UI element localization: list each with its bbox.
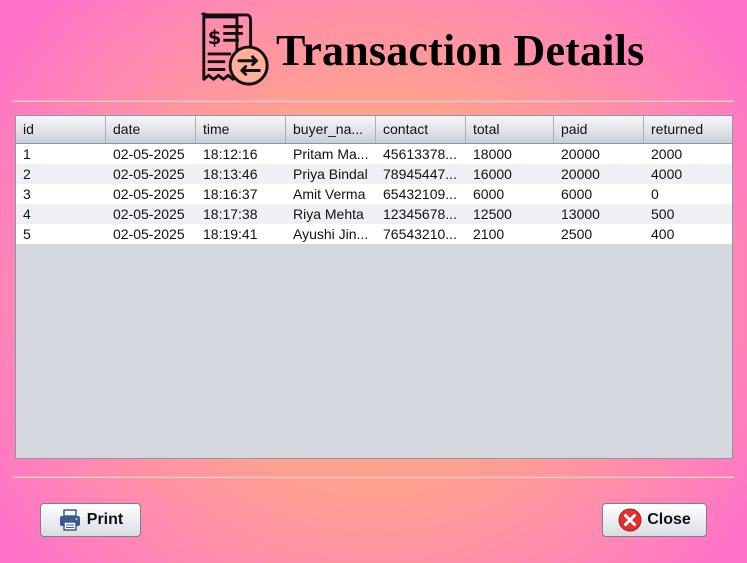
cell-date: 02-05-2025 bbox=[113, 206, 185, 222]
close-button[interactable]: Close bbox=[602, 503, 707, 537]
column-header-returned[interactable]: returned bbox=[644, 116, 732, 143]
column-header-buyer-name[interactable]: buyer_na... bbox=[286, 116, 376, 143]
cell-id: 4 bbox=[23, 206, 31, 222]
bottom-separator bbox=[12, 476, 734, 478]
cell-total: 18000 bbox=[473, 146, 512, 162]
cell-buyer-name: Pritam Ma... bbox=[293, 146, 369, 162]
cell-buyer-name: Ayushi Jin... bbox=[293, 226, 369, 242]
close-circle-icon bbox=[618, 508, 642, 532]
cell-id: 2 bbox=[23, 166, 31, 182]
table-header: id date time buyer_na... contact total p… bbox=[16, 116, 732, 144]
header: $ Transaction Details bbox=[196, 10, 644, 90]
cell-time: 18:19:41 bbox=[203, 226, 258, 242]
cell-returned: 0 bbox=[651, 186, 659, 202]
printer-icon bbox=[59, 509, 80, 531]
cell-time: 18:13:46 bbox=[203, 166, 258, 182]
cell-paid: 13000 bbox=[561, 206, 600, 222]
top-separator bbox=[12, 100, 734, 102]
cell-contact: 12345678... bbox=[383, 206, 457, 222]
transactions-table[interactable]: id date time buyer_na... contact total p… bbox=[15, 115, 733, 459]
cell-id: 1 bbox=[23, 146, 31, 162]
cell-returned: 2000 bbox=[651, 146, 683, 162]
cell-returned: 400 bbox=[651, 226, 675, 242]
table-row[interactable]: 3 02-05-2025 18:16:37 Amit Verma 6543210… bbox=[16, 184, 732, 204]
cell-id: 5 bbox=[23, 226, 31, 242]
print-button[interactable]: Print bbox=[40, 503, 141, 537]
cell-total: 6000 bbox=[473, 186, 505, 202]
cell-paid: 20000 bbox=[561, 166, 600, 182]
cell-contact: 78945447... bbox=[383, 166, 457, 182]
table-row[interactable]: 5 02-05-2025 18:19:41 Ayushi Jin... 7654… bbox=[16, 224, 732, 244]
cell-buyer-name: Riya Mehta bbox=[293, 206, 364, 222]
svg-text:$: $ bbox=[208, 26, 222, 49]
cell-total: 16000 bbox=[473, 166, 512, 182]
column-header-contact[interactable]: contact bbox=[376, 116, 466, 143]
column-header-id[interactable]: id bbox=[16, 116, 106, 143]
table-row[interactable]: 2 02-05-2025 18:13:46 Priya Bindal 78945… bbox=[16, 164, 732, 184]
cell-time: 18:12:16 bbox=[203, 146, 258, 162]
cell-time: 18:16:37 bbox=[203, 186, 258, 202]
cell-returned: 500 bbox=[651, 206, 675, 222]
cell-paid: 20000 bbox=[561, 146, 600, 162]
cell-contact: 65432109... bbox=[383, 186, 457, 202]
receipt-transfer-icon: $ bbox=[200, 12, 269, 86]
cell-total: 2100 bbox=[473, 226, 505, 242]
column-header-date[interactable]: date bbox=[106, 116, 196, 143]
table-row[interactable]: 1 02-05-2025 18:12:16 Pritam Ma... 45613… bbox=[16, 144, 732, 164]
table-row[interactable]: 4 02-05-2025 18:17:38 Riya Mehta 1234567… bbox=[16, 204, 732, 224]
column-header-paid[interactable]: paid bbox=[554, 116, 644, 143]
cell-time: 18:17:38 bbox=[203, 206, 258, 222]
cell-date: 02-05-2025 bbox=[113, 146, 185, 162]
cell-paid: 2500 bbox=[561, 226, 593, 242]
cell-date: 02-05-2025 bbox=[113, 186, 185, 202]
cell-date: 02-05-2025 bbox=[113, 226, 185, 242]
cell-contact: 76543210... bbox=[383, 226, 457, 242]
print-button-label: Print bbox=[86, 511, 124, 528]
cell-id: 3 bbox=[23, 186, 31, 202]
cell-buyer-name: Amit Verma bbox=[293, 186, 366, 202]
cell-buyer-name: Priya Bindal bbox=[293, 166, 368, 182]
column-header-time[interactable]: time bbox=[196, 116, 286, 143]
cell-date: 02-05-2025 bbox=[113, 166, 185, 182]
close-button-label: Close bbox=[647, 511, 691, 528]
cell-returned: 4000 bbox=[651, 166, 683, 182]
page-title: Transaction Details bbox=[276, 25, 645, 75]
cell-total: 12500 bbox=[473, 206, 512, 222]
cell-paid: 6000 bbox=[561, 186, 593, 202]
cell-contact: 45613378... bbox=[383, 146, 457, 162]
column-header-total[interactable]: total bbox=[466, 116, 554, 143]
